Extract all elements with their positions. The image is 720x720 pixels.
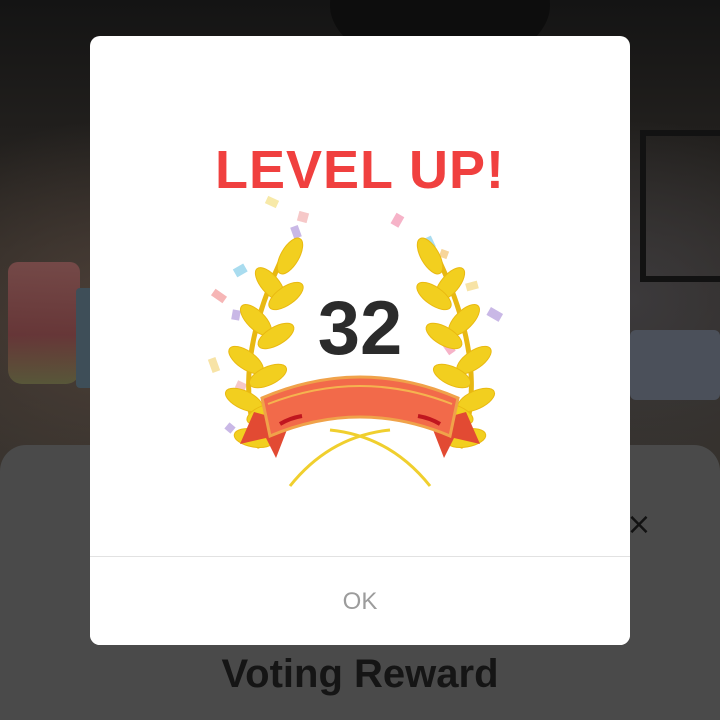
ribbon [240, 375, 480, 458]
screen: × Voting Reward LEVEL UP! 32 OK [0, 0, 720, 720]
background-tray [630, 330, 720, 400]
voting-reward-title: Voting Reward [221, 652, 499, 696]
background-drink-glass [8, 262, 80, 384]
ok-button[interactable]: OK [90, 557, 630, 645]
level-up-dialog: LEVEL UP! 32 OK [90, 36, 630, 645]
background-chair [640, 130, 720, 282]
level-number: 32 [317, 286, 403, 371]
